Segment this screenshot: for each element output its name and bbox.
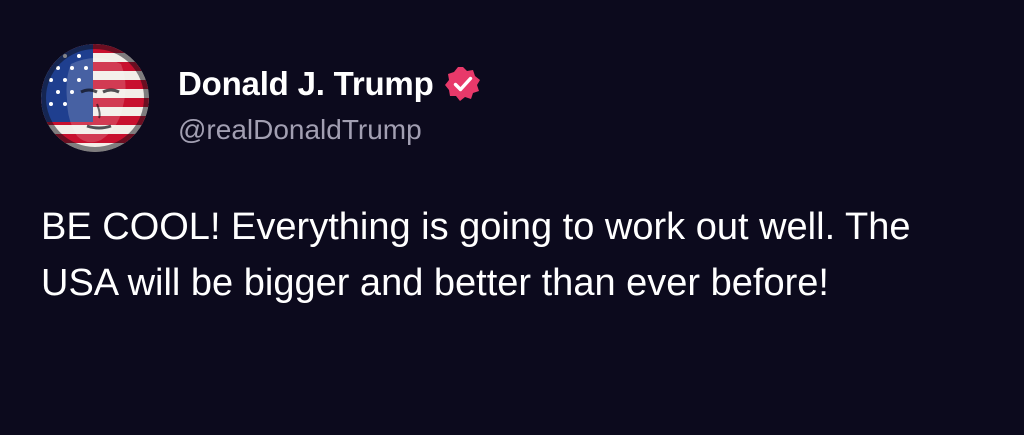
author-name-row: Donald J. Trump — [178, 62, 482, 106]
post-card: Donald J. Trump @realDonaldTrump BE COOL… — [0, 0, 1024, 435]
author-avatar[interactable] — [41, 44, 149, 152]
author-handle[interactable]: @realDonaldTrump — [178, 114, 422, 146]
avatar-flag-portrait-icon — [41, 44, 149, 152]
author-display-name[interactable]: Donald J. Trump — [178, 65, 434, 103]
verified-badge-icon — [444, 65, 482, 103]
post-body-text: BE COOL! Everything is going to work out… — [41, 206, 911, 304]
